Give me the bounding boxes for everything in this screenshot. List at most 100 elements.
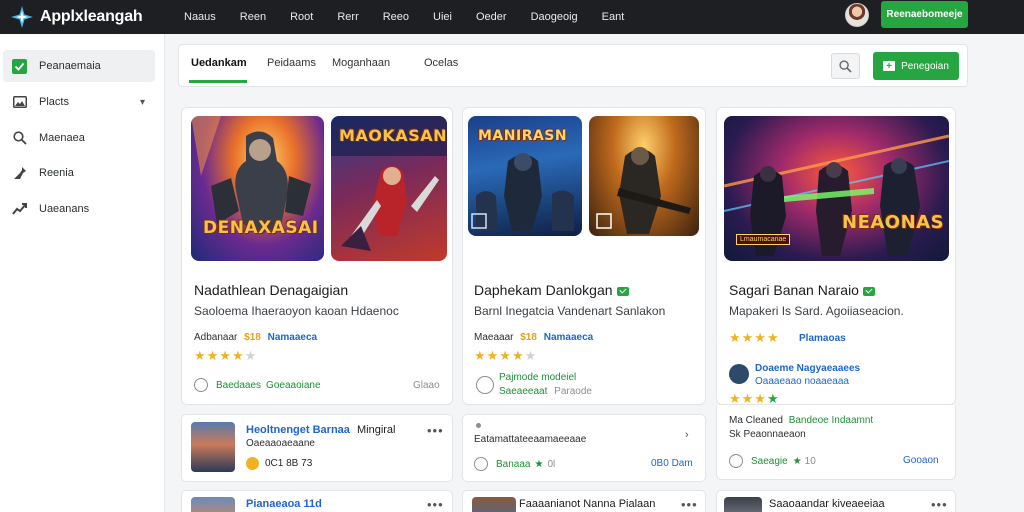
sidebar-item-label: Uaeanans — [39, 203, 90, 215]
topnav-item[interactable]: Reen — [240, 11, 266, 23]
footer-value: Paraode — [554, 386, 592, 397]
top-bar: Applxleangah Naaus Reen Root Rerr Reeo U… — [0, 0, 1024, 34]
footer-line[interactable]: Pajmode modeiel — [499, 372, 576, 383]
sidebar-item-1[interactable]: Placts ▾ — [3, 86, 155, 118]
list-item-title: Heoltnenget Barnaa Mingiral — [246, 424, 396, 436]
author-sub: Oaaaeaao noaaeaaa — [755, 376, 849, 387]
topnav-item[interactable]: Naaus — [184, 11, 216, 23]
footer-label[interactable]: Saeagie — [751, 456, 788, 467]
star-icon: ★ — [534, 458, 544, 470]
thumbnail-badge: Lmaumacariae — [736, 234, 791, 245]
meta-tag[interactable]: Namaaeca — [544, 332, 593, 343]
more-menu-icon[interactable]: ••• — [931, 497, 948, 512]
pin-icon — [12, 166, 27, 181]
list-item-footer: Banaaa ★ 0l — [474, 457, 555, 471]
card-detail-panel: Ma Cleaned Bandeoe Indaamnt Sk Peaonnaea… — [716, 405, 956, 480]
search-icon — [839, 59, 852, 73]
footer-meta[interactable]: 0B0 Dam — [651, 458, 693, 469]
footer-line: Saeaeeaat Paraode — [499, 386, 592, 397]
user-avatar[interactable] — [845, 3, 869, 27]
list-item[interactable]: Eatamattateeaamaeeaae › Banaaa ★ 0l 0B0 … — [462, 414, 706, 482]
detail-row: Ma Cleaned Bandeoe Indaamnt — [729, 415, 873, 426]
search-icon — [12, 131, 27, 146]
more-menu-icon[interactable]: ••• — [427, 497, 444, 512]
game-card[interactable]: DENAXASAI MAOKASAN Nadathlean Denagaigia… — [181, 107, 453, 405]
tab-3[interactable]: Ocelas — [424, 57, 458, 69]
card-footer: Baedaaes Goeaaoiane — [194, 378, 321, 392]
chevron-down-icon[interactable]: ▾ — [140, 97, 145, 108]
list-item[interactable]: Heoltnenget Barnaa Mingiral Oaeaaoaeaane… — [181, 414, 453, 482]
author-avatar[interactable] — [729, 364, 749, 384]
card-footer: Saeagie ★ 10 — [729, 454, 816, 468]
sidebar-item-label: Placts — [39, 96, 69, 108]
more-menu-icon[interactable]: ••• — [681, 497, 698, 512]
topnav-item[interactable]: Reeo — [383, 11, 409, 23]
card-meta: Adbanaar $18 Namaaeca — [194, 332, 317, 343]
list-item-meta-text: 0C1 8B 73 — [265, 458, 313, 469]
status-ring-icon — [474, 457, 488, 471]
card-subtitle: Saoloema Ihaeraoyon kaoan Hdaenoc — [194, 304, 399, 318]
footer-label[interactable]: Baedaaes — [216, 380, 261, 391]
bullet-icon — [476, 423, 481, 428]
list-item-title: Saaoaandar kiveaeeiaa — [769, 498, 885, 510]
verified-icon — [616, 286, 629, 296]
list-item-avatar[interactable] — [472, 497, 516, 512]
tab-1[interactable]: Peidaams — [267, 57, 316, 69]
game-thumbnail[interactable] — [589, 116, 699, 236]
card-title: Sagari Banan Naraio — [729, 282, 875, 298]
game-card[interactable]: MANIRASN Daphekam Danlokgan Barnl Inegat… — [462, 107, 706, 405]
sidebar-item-4[interactable]: Uaeanans — [3, 193, 155, 225]
topnav-item[interactable]: Daogeoig — [531, 11, 578, 23]
thumbnail-title: NEAONAS — [842, 212, 945, 233]
tab-0[interactable]: Uedankam — [191, 57, 247, 69]
add-button-label: Penegoian — [901, 60, 949, 72]
game-thumbnail[interactable]: NEAONAS Lmaumacariae — [724, 116, 949, 261]
list-item[interactable]: Faaaanianot Nanna Pialaan ••• — [462, 490, 706, 512]
app-logo[interactable]: Applxleangah — [10, 5, 170, 29]
sidebar-item-2[interactable]: Maenaea — [3, 122, 155, 154]
more-menu-icon[interactable]: ••• — [427, 423, 444, 438]
card-title-text: Sagari Banan Naraio — [729, 282, 859, 298]
star-rating: ★★★★ — [729, 330, 780, 345]
search-button[interactable] — [831, 53, 860, 79]
list-item-avatar[interactable] — [724, 497, 762, 512]
list-item-avatar[interactable] — [191, 497, 235, 512]
check-square-icon — [12, 58, 27, 74]
tab-2[interactable]: Moganhaan — [332, 57, 390, 69]
coin-icon — [246, 457, 259, 470]
thumbnail-title: MAOKASAN — [339, 126, 447, 145]
topnav-item[interactable]: Root — [290, 11, 313, 23]
footer-meta[interactable]: Gooaon — [903, 455, 939, 466]
author-name[interactable]: Doaeme Nagyaeaaees — [755, 363, 860, 374]
star-rating: ★★★★★ — [474, 348, 538, 363]
topnav-item[interactable]: Uiei — [433, 11, 452, 23]
game-card[interactable]: NEAONAS Lmaumacariae Sagari Banan Naraio… — [716, 107, 956, 406]
star-rating: ★★★★★ — [194, 348, 258, 363]
list-item[interactable]: Pianaeaoa 11d ••• — [181, 490, 453, 512]
trend-icon — [12, 202, 27, 217]
card-title: Daphekam Danlokgan — [474, 282, 629, 298]
game-thumbnail[interactable]: DENAXASAI — [191, 116, 324, 261]
card-title: Nadathlean Denagaigian — [194, 282, 349, 298]
top-cta-button[interactable]: Reenaebomeeje — [881, 1, 968, 28]
sidebar-item-3[interactable]: Reenia — [3, 157, 155, 189]
card-subtitle: Mapakeri Is Sard. Agoiiaseacion. — [729, 304, 904, 318]
verified-icon — [862, 286, 875, 296]
topnav-item[interactable]: Oeder — [476, 11, 507, 23]
footer-rating: 10 — [804, 455, 816, 467]
topnav-item[interactable]: Eant — [602, 11, 625, 23]
add-button[interactable]: + Penegoian — [873, 52, 959, 80]
list-item-sub: Oaeaaoaeaane — [246, 438, 315, 449]
list-item[interactable]: Saaoaandar kiveaeeiaa ••• — [716, 490, 956, 512]
game-thumbnail[interactable]: MANIRASN — [468, 116, 582, 236]
list-item-title: Eatamattateeaamaeeaae — [474, 434, 587, 445]
chevron-right-icon[interactable]: › — [685, 429, 690, 441]
list-item-avatar[interactable] — [191, 422, 235, 472]
footer-label[interactable]: Banaaa — [496, 459, 530, 470]
meta-tag[interactable]: Plamaoas — [799, 333, 846, 344]
meta-tag[interactable]: Namaaeca — [268, 332, 317, 343]
topnav-item[interactable]: Rerr — [337, 11, 358, 23]
game-thumbnail[interactable]: MAOKASAN — [331, 116, 447, 261]
sidebar-item-0[interactable]: Peanaemaia — [3, 50, 155, 82]
detail-label: Ma Cleaned — [729, 415, 783, 426]
